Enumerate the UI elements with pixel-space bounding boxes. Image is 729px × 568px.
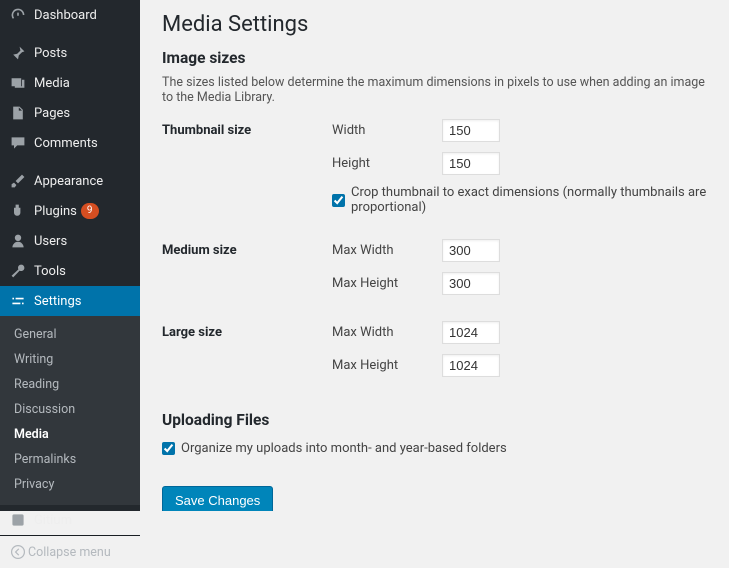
pin-icon: [8, 45, 28, 61]
menu-plugins[interactable]: Plugins 9: [0, 196, 140, 226]
submenu-general[interactable]: General: [0, 322, 140, 347]
dashboard-icon: [8, 7, 28, 23]
row-thumbnail: Thumbnail size Width Height Crop thumbna…: [162, 119, 707, 233]
menu-label: Users: [34, 234, 67, 249]
menu-label: Dashboard: [34, 8, 97, 23]
label-maxheight: Max Height: [332, 358, 442, 373]
input-medium-width[interactable]: [442, 239, 500, 262]
menu-label: Plugins: [34, 204, 77, 219]
menu-label: Gitium: [34, 513, 72, 528]
label-organize: Organize my uploads into month- and year…: [181, 441, 507, 456]
label-crop: Crop thumbnail to exact dimensions (norm…: [351, 185, 707, 215]
menu-pages[interactable]: Pages: [0, 98, 140, 128]
menu-label: Tools: [34, 264, 66, 279]
collapse-menu[interactable]: Collapse menu: [0, 535, 140, 568]
menu-tools[interactable]: Tools: [0, 256, 140, 286]
menu-gitium[interactable]: Gitium: [0, 505, 140, 535]
menu-settings[interactable]: Settings: [0, 286, 140, 316]
label-maxheight: Max Height: [332, 276, 442, 291]
save-button[interactable]: Save Changes: [162, 486, 273, 511]
row-large: Large size Max Width Max Height: [162, 321, 707, 387]
input-thumb-width[interactable]: [442, 119, 500, 142]
input-thumb-height[interactable]: [442, 152, 500, 175]
media-icon: [8, 75, 28, 91]
row-medium: Medium size Max Width Max Height: [162, 239, 707, 305]
menu-label: Comments: [34, 136, 98, 151]
menu-label: Appearance: [34, 174, 103, 189]
menu-comments[interactable]: Comments: [0, 128, 140, 158]
collapse-icon: [8, 544, 28, 560]
menu-appearance[interactable]: Appearance: [0, 166, 140, 196]
brush-icon: [8, 173, 28, 189]
label-medium: Medium size: [162, 239, 332, 258]
collapse-label: Collapse menu: [28, 545, 111, 560]
page-icon: [8, 105, 28, 121]
update-badge: 9: [81, 203, 99, 219]
submenu-media[interactable]: Media: [0, 422, 140, 447]
submenu-permalinks[interactable]: Permalinks: [0, 447, 140, 472]
input-large-width[interactable]: [442, 321, 500, 344]
main-content: Media Settings Image sizes The sizes lis…: [140, 0, 729, 511]
input-large-height[interactable]: [442, 354, 500, 377]
comment-icon: [8, 135, 28, 151]
label-large: Large size: [162, 321, 332, 340]
page-title: Media Settings: [162, 12, 707, 37]
submenu-privacy[interactable]: Privacy: [0, 472, 140, 497]
submenu-writing[interactable]: Writing: [0, 347, 140, 372]
section-image-sizes: Image sizes: [162, 49, 707, 67]
gitium-icon: [8, 512, 28, 528]
section-description: The sizes listed below determine the max…: [162, 75, 707, 105]
label-thumbnail: Thumbnail size: [162, 119, 332, 138]
input-medium-height[interactable]: [442, 272, 500, 295]
submenu-discussion[interactable]: Discussion: [0, 397, 140, 422]
label-maxwidth: Max Width: [332, 325, 442, 340]
menu-posts[interactable]: Posts: [0, 38, 140, 68]
plugin-icon: [8, 203, 28, 219]
settings-submenu: General Writing Reading Discussion Media…: [0, 316, 140, 505]
menu-media[interactable]: Media: [0, 68, 140, 98]
checkbox-organize[interactable]: [162, 442, 175, 455]
checkbox-crop[interactable]: [332, 194, 345, 207]
menu-label: Media: [34, 76, 70, 91]
menu-dashboard[interactable]: Dashboard: [0, 0, 140, 30]
label-height: Height: [332, 156, 442, 171]
settings-icon: [8, 293, 28, 309]
user-icon: [8, 233, 28, 249]
menu-users[interactable]: Users: [0, 226, 140, 256]
admin-sidebar: Dashboard Posts Media Pages Comments App…: [0, 0, 140, 511]
wrench-icon: [8, 263, 28, 279]
submenu-reading[interactable]: Reading: [0, 372, 140, 397]
menu-label: Pages: [34, 106, 70, 121]
menu-label: Settings: [34, 294, 81, 309]
label-width: Width: [332, 123, 442, 138]
menu-label: Posts: [34, 46, 67, 61]
label-maxwidth: Max Width: [332, 243, 442, 258]
section-uploading: Uploading Files: [162, 411, 707, 429]
